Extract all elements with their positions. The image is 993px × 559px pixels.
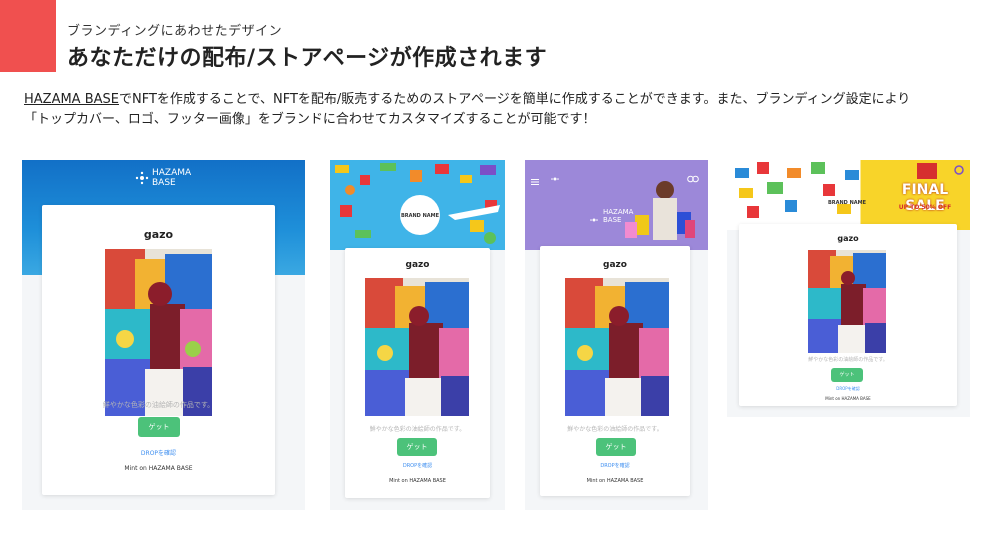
example-store-page-4: BRAND NAME FINAL SALE UP TO 50% OFF gazo… xyxy=(727,160,970,417)
nft-description: 鮮やかな色彩の油絵師の作品です。 xyxy=(567,426,663,433)
get-button[interactable]: ゲット xyxy=(138,417,180,437)
nft-title: gazo xyxy=(405,260,430,270)
description: HAZAMA BASEでNFTを作成することで、NFTを配布/販売するためのスト… xyxy=(24,90,984,130)
nft-title: gazo xyxy=(603,260,627,270)
drop-link[interactable]: DROPを確認 xyxy=(540,462,690,469)
menu-icon[interactable] xyxy=(531,170,539,185)
nft-card: gazo 鮮やかな色彩の油絵師の作品です。 ゲット DROPを確認 Mint o… xyxy=(345,248,490,498)
brand-name-badge: BRAND NAME xyxy=(400,213,440,219)
nft-artwork-image[interactable] xyxy=(565,278,669,416)
example-store-page-1: HAZAMA BASE gazo 鮮やかな色彩の油絵師の作品です。 ゲット DR xyxy=(22,160,305,510)
cover-banner xyxy=(330,160,505,250)
get-button[interactable]: ゲット xyxy=(831,368,863,382)
nft-card: gazo 鮮やかな色彩の油絵師の作品です。 ゲット DROPを確認 Mint o… xyxy=(540,246,690,496)
nft-artwork-image[interactable] xyxy=(105,249,212,416)
example-store-page-3: HAZAMA BASE gazo 鮮やかな色彩の油絵師の作品です。 ゲット DR… xyxy=(525,160,708,510)
brand-logo-text: HAZAMA BASE xyxy=(603,208,634,224)
example-store-page-2: BRAND NAME gazo 鮮やかな色彩の油絵師の作品です。 ゲット DRO… xyxy=(330,160,505,510)
hazama-logo-icon xyxy=(551,168,559,181)
link-icon[interactable] xyxy=(687,168,699,183)
nft-artwork-image[interactable] xyxy=(808,250,886,353)
nft-title: gazo xyxy=(837,234,859,243)
nft-card: gazo 鮮やかな色彩の油絵師の作品です。 ゲット DROPを確認 Mint o… xyxy=(739,224,957,406)
section-title: あなただけの配布/ストアページが作成されます xyxy=(67,46,548,71)
section-subtitle: ブランディングにあわせたデザイン xyxy=(67,24,283,39)
description-line2: 「トップカバー、ロゴ、フッター画像」をブランドに合わせてカスタマイズすることが可… xyxy=(24,112,596,127)
nft-description: 鮮やかな色彩の油絵師の作品です。 xyxy=(102,401,215,409)
nft-artwork-image[interactable] xyxy=(365,278,469,416)
nft-title: gazo xyxy=(143,228,174,241)
nft-description: 鮮やかな色彩の油絵師の作品です。 xyxy=(369,426,466,433)
sale-subtitle: UP TO 50% OFF xyxy=(898,204,952,211)
description-line1: でNFTを作成することで、NFTを配布/販売するためのストアページを簡単に作成す… xyxy=(119,92,911,107)
get-button[interactable]: ゲット xyxy=(397,438,437,456)
drop-link[interactable]: DROPを確認 xyxy=(42,448,275,457)
nft-description: 鮮やかな色彩の油絵師の作品です。 xyxy=(808,357,888,363)
mint-footer-text: Mint on HAZAMA BASE xyxy=(586,478,644,484)
mint-footer-text: Mint on HAZAMA BASE xyxy=(825,396,871,401)
get-button[interactable]: ゲット xyxy=(596,438,636,456)
mint-footer-text: Mint on HAZAMA BASE xyxy=(124,465,193,472)
mint-footer-text: Mint on HAZAMA BASE xyxy=(389,478,446,484)
hazama-logo-icon xyxy=(589,210,599,222)
nft-card: gazo 鮮やかな色彩の油絵師の作品です。 ゲット DROPを確認 Mint o… xyxy=(42,205,275,495)
hazama-logo-icon xyxy=(134,170,150,186)
hazama-base-link[interactable]: HAZAMA BASE xyxy=(24,92,119,107)
accent-block xyxy=(0,0,56,72)
brand-name-badge: BRAND NAME xyxy=(827,200,867,206)
brand-logo-text: HAZAMA BASE xyxy=(152,168,192,188)
drop-link[interactable]: DROPを確認 xyxy=(739,386,957,392)
drop-link[interactable]: DROPを確認 xyxy=(345,462,490,469)
